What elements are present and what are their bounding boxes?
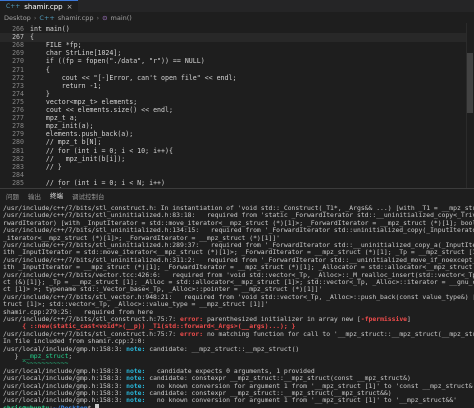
panel-tab[interactable]: 终端 — [50, 189, 63, 203]
terminal-prompt[interactable]: chris@ubuntu:~/Desktop$ — [3, 403, 474, 408]
cpp-file-icon: C++ — [39, 13, 55, 22]
close-icon[interactable]: × — [67, 3, 73, 11]
panel-tab[interactable]: 问题 — [6, 189, 19, 203]
code-editor[interactable]: 266 int main() 267{268 FILE *fp; 269 char S… — [0, 23, 474, 188]
prompt-path: ~/Desktop — [53, 403, 88, 408]
prompt-dollar: $ — [87, 403, 96, 408]
panel-tab-bar: 问题 输出 终端 调试控制台 — [0, 188, 474, 203]
panel-tab[interactable]: 输出 — [28, 189, 41, 203]
tab-shamir-cpp[interactable]: C++ shamir.cpp × — [0, 0, 79, 12]
breadcrumb: Desktop › C++ shamir.cpp › ⊙ main() — [0, 12, 474, 23]
scrollbar-thumb[interactable] — [467, 53, 473, 113]
cpp-file-icon: C++ — [6, 3, 21, 10]
function-icon: ⊙ — [102, 13, 108, 22]
terminal[interactable]: /usr/include/c++/7/bits/stl_construct.h:… — [0, 202, 474, 408]
chevron-right-icon: › — [96, 13, 100, 22]
breadcrumb-function[interactable]: main() — [111, 14, 132, 22]
panel-tab[interactable]: 调试控制台 — [72, 189, 105, 203]
terminal-cursor — [95, 403, 100, 408]
tab-label: shamir.cpp — [24, 2, 63, 11]
prompt-user: chris@ubuntu — [3, 403, 50, 408]
chevron-right-icon: › — [33, 13, 37, 22]
editor-scrollbar[interactable] — [466, 23, 474, 188]
editor-tab-bar: C++ shamir.cpp × — [0, 0, 474, 12]
breadcrumb-file[interactable]: shamir.cpp — [58, 14, 94, 22]
breadcrumb-folder[interactable]: Desktop — [4, 14, 31, 22]
